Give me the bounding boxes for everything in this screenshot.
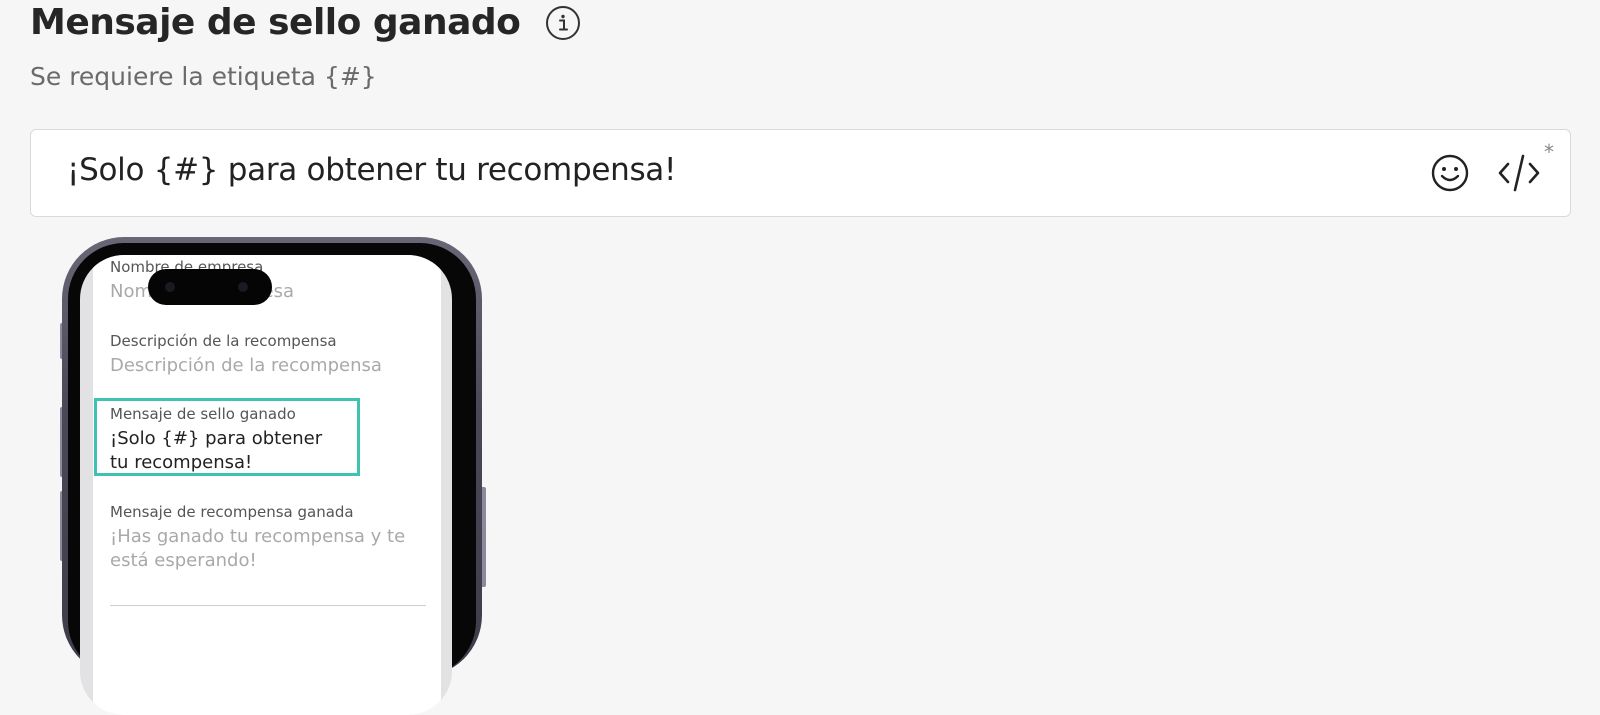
stamp-message-input[interactable]: ¡Solo {#} para obtener tu recompensa! *: [30, 129, 1571, 217]
code-tag-icon[interactable]: [1497, 152, 1541, 194]
requirement-note: Se requiere la etiqueta {#}: [30, 62, 377, 91]
page-title: Mensaje de sello ganado: [30, 2, 521, 43]
info-icon[interactable]: [546, 5, 581, 40]
field-label: Mensaje de recompensa ganada: [110, 503, 354, 521]
field-label: Mensaje de sello ganado: [110, 405, 296, 423]
preview-field-reward-description: Descripción de la recompensa Descripción…: [110, 332, 430, 378]
phone-preview: Nombre de empresa Nombre de empresa Desc…: [60, 237, 486, 715]
section-header: Mensaje de sello ganado: [30, 2, 581, 43]
field-value: ¡Has ganado tu recompensa y te está espe…: [110, 526, 406, 571]
field-value: ¡Solo {#} para obtener tu recompensa!: [110, 428, 323, 473]
smiley-icon[interactable]: [1430, 153, 1470, 193]
required-marker: *: [1544, 140, 1554, 164]
camera-dot: [165, 282, 175, 292]
dynamic-island: [148, 269, 272, 305]
divider: [110, 605, 426, 606]
field-label: Descripción de la recompensa: [110, 332, 337, 350]
camera-dot: [238, 282, 248, 292]
stamp-message-value[interactable]: ¡Solo {#} para obtener tu recompensa!: [67, 152, 676, 188]
phone-frame: Nombre de empresa Nombre de empresa Desc…: [62, 237, 482, 715]
field-value: Descripción de la recompensa: [110, 355, 382, 376]
preview-field-stamp-message: Mensaje de sello ganado ¡Solo {#} para o…: [110, 405, 340, 475]
preview-form: Nombre de empresa Nombre de empresa Desc…: [93, 255, 441, 715]
phone-screen: Nombre de empresa Nombre de empresa Desc…: [80, 255, 452, 715]
preview-field-reward-message: Mensaje de recompensa ganada ¡Has ganado…: [110, 503, 430, 573]
